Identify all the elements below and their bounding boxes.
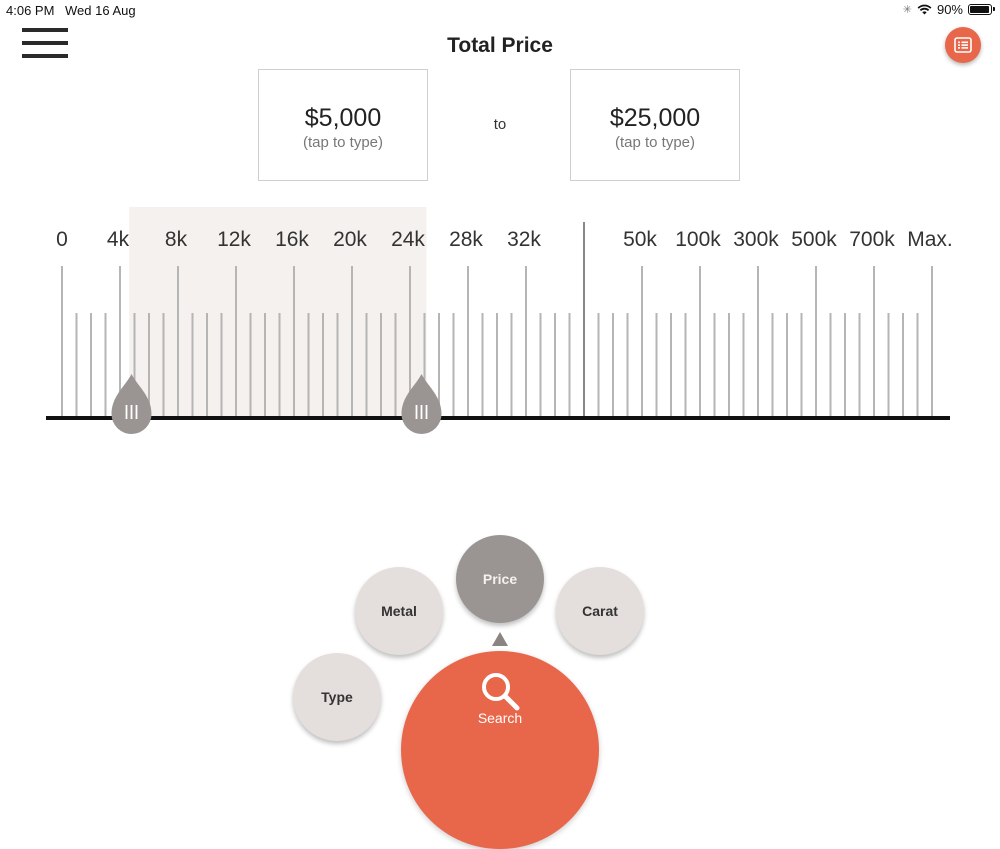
status-time: 4:06 PM bbox=[6, 3, 55, 18]
list-icon bbox=[954, 37, 972, 53]
metal-category-button[interactable]: Metal bbox=[355, 567, 443, 655]
tick-label: 20k bbox=[333, 228, 367, 251]
tick-label: 4k bbox=[107, 228, 130, 251]
carat-category-button[interactable]: Carat bbox=[556, 567, 644, 655]
status-date: Wed 16 Aug bbox=[65, 3, 136, 18]
max-price-hint: (tap to type) bbox=[614, 134, 696, 151]
search-icon bbox=[482, 673, 520, 711]
max-price-value: $25,000 bbox=[609, 104, 701, 132]
tick-label: 300k bbox=[733, 228, 779, 251]
tick-label: Max. bbox=[907, 228, 953, 251]
tick-label: 28k bbox=[449, 228, 483, 251]
price-label: Price bbox=[482, 571, 518, 587]
tick-label: 0 bbox=[56, 228, 68, 251]
list-view-button[interactable] bbox=[945, 27, 981, 63]
battery-percent: 90% bbox=[936, 2, 963, 17]
tick-label: 500k bbox=[791, 228, 837, 251]
loading-icon: ✳ bbox=[902, 4, 912, 16]
wifi-icon bbox=[917, 4, 932, 15]
carat-label: Carat bbox=[582, 603, 618, 619]
price-range-slider[interactable]: 0 4k 8k 12k 16k 20k 24k 28k 32k 50k 100k 300k 500k 70… bbox=[0, 200, 1000, 450]
page-title: Total Price bbox=[447, 34, 553, 57]
range-separator: to bbox=[493, 116, 507, 133]
tick-label: 12k bbox=[217, 228, 251, 251]
active-indicator-arrow bbox=[492, 632, 508, 646]
tick-label: 50k bbox=[623, 228, 657, 251]
tick-label: 32k bbox=[507, 228, 541, 251]
tick-label: 8k bbox=[165, 228, 188, 251]
tick-label: 16k bbox=[275, 228, 309, 251]
search-button[interactable]: Search bbox=[401, 651, 599, 849]
price-category-button[interactable]: Price bbox=[456, 535, 544, 623]
tick-label: 700k bbox=[849, 228, 895, 251]
battery-icon bbox=[968, 4, 995, 15]
min-price-hint: (tap to type) bbox=[302, 134, 384, 151]
max-price-field[interactable]: $25,000 (tap to type) bbox=[570, 69, 740, 181]
type-category-button[interactable]: Type bbox=[293, 653, 381, 741]
status-indicators: ✳ 90% bbox=[902, 2, 995, 17]
search-label: Search bbox=[477, 710, 523, 726]
tick-label: 100k bbox=[675, 228, 721, 251]
min-price-value: $5,000 bbox=[304, 104, 382, 132]
tick-label: 24k bbox=[391, 228, 425, 251]
metal-label: Metal bbox=[381, 603, 417, 619]
type-label: Type bbox=[321, 689, 353, 705]
hamburger-icon bbox=[22, 28, 68, 32]
min-price-field[interactable]: $5,000 (tap to type) bbox=[258, 69, 428, 181]
